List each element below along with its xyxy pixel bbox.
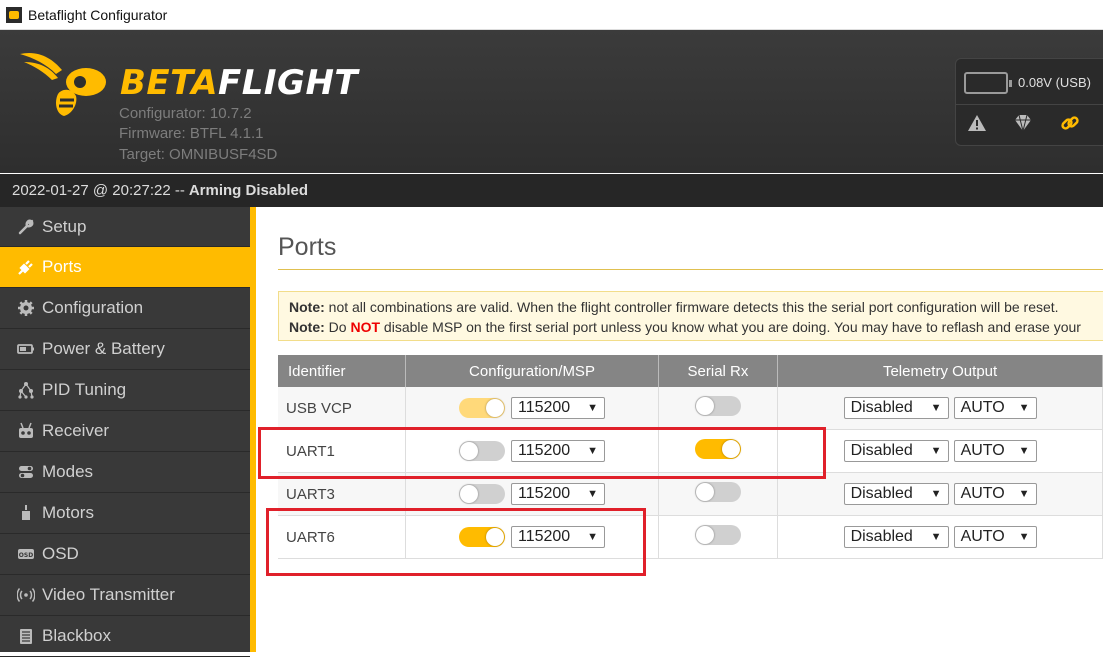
highlight-box-uart1 [258, 427, 826, 479]
serial-rx-cell [658, 515, 779, 559]
telemetry-select[interactable]: Disabled ▼ [843, 397, 949, 419]
sidebar-item-label: Video Transmitter [42, 585, 175, 604]
sidebar-item-setup[interactable]: Setup [0, 207, 250, 247]
sidebar-item-blackbox[interactable]: Blackbox [0, 616, 250, 657]
gear-icon [16, 298, 36, 318]
sidebar-item-label: Ports [42, 257, 82, 276]
app-header: BETAFLIGHT Configurator: 10.7.2 Firmware… [0, 30, 1103, 173]
telemetry-select[interactable]: Disabled ▼ [843, 483, 949, 505]
telemetry-select[interactable]: Disabled ▼ [843, 526, 949, 548]
sidebar-item-label: Configuration [42, 298, 144, 317]
port-identifier: USB VCP [278, 387, 407, 430]
brand-logo: BETAFLIGHT [120, 63, 359, 103]
serial-rx-toggle[interactable] [694, 525, 741, 545]
telemetry-cell: Disabled ▼ AUTO ▼ [777, 387, 1103, 430]
sidebar-nav: Setup Ports Configuration Power & Batter… [0, 207, 250, 657]
note-box: Note: not all combinations are valid. Wh… [278, 291, 1103, 341]
table-row: USB VCP 115200 ▼ Disabled ▼ AUTO ▼ [278, 387, 1103, 430]
serial-rx-toggle[interactable] [694, 482, 741, 502]
header-telemetry-output: Telemetry Output [777, 355, 1103, 387]
msp-baud-select[interactable]: 115200 ▼ [511, 397, 605, 419]
wrench-icon [16, 217, 36, 237]
serial-rx-toggle[interactable] [694, 396, 741, 416]
blackbox-icon [16, 626, 36, 646]
sidebar-item-motors[interactable]: Motors [0, 493, 250, 534]
telemetry-cell: Disabled ▼ AUTO ▼ [777, 472, 1103, 516]
table-header-row: Identifier Configuration/MSP Serial Rx T… [278, 355, 1103, 387]
note-line-1: Note: not all combinations are valid. Wh… [289, 299, 1059, 315]
msp-cell: 115200 ▼ [405, 387, 659, 430]
battery-icon [16, 339, 36, 359]
telemetry-baud-select[interactable]: AUTO ▼ [953, 397, 1037, 419]
modes-icon [16, 462, 36, 482]
header-identifier: Identifier [278, 355, 407, 387]
svg-text:OSD: OSD [19, 552, 33, 559]
sidebar-item-label: Setup [42, 216, 87, 236]
sidebar-item-power-battery[interactable]: Power & Battery [0, 329, 250, 370]
sidebar-item-label: Motors [42, 503, 94, 522]
gps-diamond-icon[interactable] [1012, 112, 1034, 134]
sidebar-item-label: Modes [42, 462, 94, 481]
link-icon[interactable] [1059, 112, 1081, 134]
header-configuration-msp: Configuration/MSP [405, 355, 659, 387]
voltage-readout: 0.08V (USB) [1018, 75, 1091, 90]
sidebar-item-label: Blackbox [42, 626, 111, 645]
sidebar-item-receiver[interactable]: Receiver [0, 411, 250, 452]
sidebar-item-label: OSD [42, 544, 79, 563]
sidebar-item-pid-tuning[interactable]: PID Tuning [0, 370, 250, 411]
plug-icon [16, 257, 36, 277]
page-title: Ports [278, 233, 337, 261]
window-title: Betaflight Configurator [28, 6, 168, 23]
telemetry-baud-select[interactable]: AUTO ▼ [953, 526, 1037, 548]
firmware-version: Firmware: BTFL 4.1.1 [119, 125, 264, 142]
sidebar-item-video-transmitter[interactable]: Video Transmitter [0, 575, 250, 616]
telemetry-baud-select[interactable]: AUTO ▼ [953, 483, 1037, 505]
header-serial-rx: Serial Rx [658, 355, 779, 387]
highlight-box-uart6 [266, 508, 646, 576]
msp-baud-select[interactable]: 115200 ▼ [511, 483, 605, 505]
sidebar-item-ports[interactable]: Ports [0, 247, 250, 288]
status-bar: 2022-01-27 @ 20:27:22 -- Arming Disabled [0, 174, 1103, 207]
note-line-2: Note: Do NOT disable MSP on the first se… [289, 319, 1081, 335]
sidebar-item-label: Power & Battery [42, 339, 165, 358]
receiver-icon [16, 421, 36, 441]
msp-toggle[interactable] [459, 398, 505, 418]
telemetry-select[interactable]: Disabled ▼ [843, 440, 949, 462]
sidebar-item-modes[interactable]: Modes [0, 452, 250, 493]
status-datetime: 2022-01-27 @ 20:27:22 -- [12, 182, 185, 199]
arming-status: Arming Disabled [188, 182, 309, 199]
telemetry-cell: Disabled ▼ AUTO ▼ [777, 515, 1103, 559]
osd-icon: OSD [16, 544, 36, 564]
target-board: Target: OMNIBUSF4SD [119, 146, 278, 163]
msp-toggle[interactable] [459, 484, 505, 504]
antenna-icon [16, 585, 36, 605]
motor-icon [16, 503, 36, 523]
warning-icon[interactable] [966, 112, 988, 134]
status-divider [956, 104, 1103, 105]
title-divider [278, 269, 1103, 270]
sidebar-item-label: PID Tuning [42, 380, 127, 399]
telemetry-baud-select[interactable]: AUTO ▼ [953, 440, 1037, 462]
sidebar-item-label: Receiver [42, 421, 110, 440]
sidebar-item-configuration[interactable]: Configuration [0, 288, 250, 329]
pid-icon [16, 380, 36, 400]
window-titlebar: Betaflight Configurator [0, 0, 1103, 30]
bee-logo-icon [20, 52, 106, 116]
telemetry-cell: Disabled ▼ AUTO ▼ [777, 429, 1103, 473]
configurator-version: Configurator: 10.7.2 [119, 105, 252, 122]
serial-rx-cell [658, 387, 779, 430]
sidebar-item-osd[interactable]: OSD OSD [0, 534, 250, 575]
app-icon [6, 6, 22, 23]
battery-icon [964, 72, 1012, 94]
